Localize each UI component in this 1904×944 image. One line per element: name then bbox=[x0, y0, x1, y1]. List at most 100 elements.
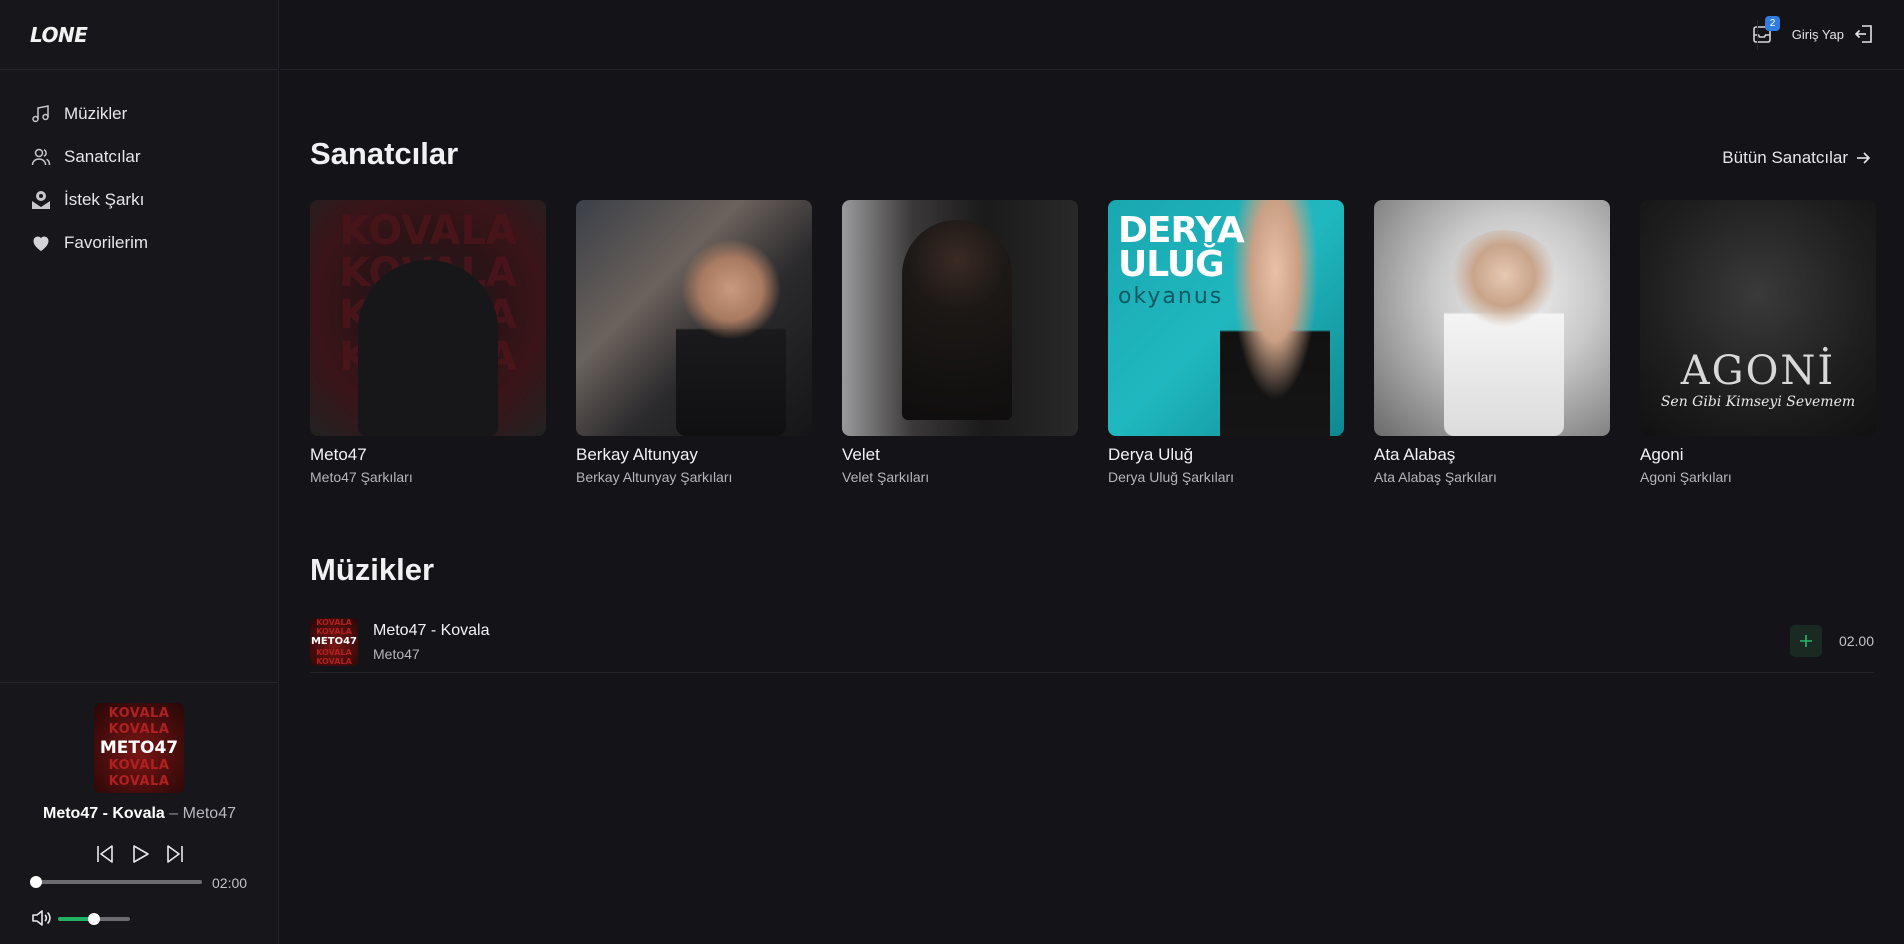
mini-player: KOVALA KOVALA METO47 KOVALA KOVALA Meto4… bbox=[0, 682, 279, 944]
logout-icon bbox=[1854, 25, 1872, 43]
artist-card-ata-alabas[interactable]: Ata Alabaş Ata Alabaş Şarkıları bbox=[1374, 200, 1610, 485]
artist-subtitle: Agoni Şarkıları bbox=[1640, 469, 1732, 485]
volume-button[interactable] bbox=[30, 907, 52, 929]
artist-subtitle: Derya Uluğ Şarkıları bbox=[1108, 469, 1235, 485]
portrait-figure bbox=[902, 220, 1012, 420]
progress-thumb[interactable] bbox=[30, 876, 42, 888]
cover-text: KOVALA bbox=[108, 722, 170, 737]
play-button[interactable] bbox=[129, 843, 151, 865]
player-controls bbox=[0, 843, 279, 865]
top-bar: 2 Giriş Yap bbox=[280, 0, 1904, 70]
see-all-artists-link[interactable]: Bütün Sanatcılar bbox=[1722, 148, 1870, 168]
cover-title: METO47 bbox=[310, 636, 358, 647]
track-artist: Meto47 bbox=[373, 646, 420, 662]
portrait-figure bbox=[676, 240, 786, 436]
cover-title: METO47 bbox=[99, 738, 179, 758]
cover-subtitle: okyanus bbox=[1118, 284, 1224, 309]
cover-text: KOVALA bbox=[316, 657, 352, 666]
cover-text: KOVALA bbox=[316, 618, 352, 627]
sidebar-item-muzikler[interactable]: Müzikler bbox=[0, 92, 278, 135]
mailbox-icon bbox=[30, 189, 51, 210]
artist-name: Velet bbox=[842, 445, 880, 464]
cover-text: KOVALA bbox=[108, 774, 170, 789]
notifications-button[interactable]: 2 bbox=[1750, 16, 1780, 46]
track-list: KOVALA KOVALA METO47 KOVALA KOVALA Meto4… bbox=[310, 612, 1874, 673]
sidebar-nav: Müzikler Sanatcılar İstek Şarkı Favorile… bbox=[0, 70, 278, 264]
sidebar-item-label: Müzikler bbox=[64, 103, 128, 123]
artist-card-agoni[interactable]: AGONİ Sen Gibi Kimseyi Sevemem Agoni Ago… bbox=[1640, 200, 1876, 485]
artist-card-meto47[interactable]: KOVALA KOVALA KOVALA KOVALA Meto47 Meto4… bbox=[310, 200, 546, 485]
volume-icon bbox=[32, 910, 51, 926]
app-logo[interactable]: LONE bbox=[30, 23, 88, 47]
artist-image bbox=[842, 200, 1078, 436]
track-meta: Meto47 - Kovala Meto47 bbox=[373, 622, 490, 662]
users-icon bbox=[30, 146, 51, 167]
sidebar: LONE Müzikler Sanatcılar İstek Şarkı Fav… bbox=[0, 0, 279, 944]
total-time: 02:00 bbox=[212, 875, 248, 891]
artist-subtitle: Velet Şarkıları bbox=[842, 469, 930, 485]
artist-card-derya-ulug[interactable]: DERYA ULUĞ okyanus Derya Uluğ Derya Uluğ… bbox=[1108, 200, 1344, 485]
track-title[interactable]: Meto47 - Kovala bbox=[373, 622, 490, 640]
login-label: Giriş Yap bbox=[1791, 26, 1844, 42]
cover-text: KOVALA bbox=[316, 648, 352, 657]
artist-name: Agoni bbox=[1640, 445, 1684, 464]
topbar-divider bbox=[1757, 20, 1758, 50]
artist-name: Ata Alabaş bbox=[1374, 445, 1456, 464]
artist-card-berkay-altunyay[interactable]: Berkay Altunyay Berkay Altunyay Şarkılar… bbox=[576, 200, 812, 485]
login-button[interactable]: Giriş Yap bbox=[1792, 24, 1874, 44]
plus-icon bbox=[1800, 635, 1812, 647]
artist-image: AGONİ Sen Gibi Kimseyi Sevemem bbox=[1640, 200, 1876, 436]
hooded-figure bbox=[358, 260, 498, 436]
now-playing-text: Meto47 - Kovala – Meto47 bbox=[0, 805, 279, 823]
heart-icon bbox=[30, 232, 51, 253]
progress-slider[interactable] bbox=[30, 876, 202, 888]
volume-thumb[interactable] bbox=[88, 913, 100, 925]
sidebar-item-favorilerim[interactable]: Favorilerim bbox=[0, 221, 278, 264]
cover-subtitle: Sen Gibi Kimseyi Sevemem bbox=[1660, 394, 1856, 410]
skip-back-icon bbox=[96, 845, 113, 863]
sidebar-item-label: Favorilerim bbox=[64, 232, 149, 252]
logo-bar: LONE bbox=[0, 0, 278, 70]
artist-image: DERYA ULUĞ okyanus bbox=[1108, 200, 1344, 436]
artist-card-velet[interactable]: Velet Velet Şarkıları bbox=[842, 200, 1078, 485]
cover-title: DERYA ULUĞ bbox=[1118, 210, 1245, 285]
artist-image bbox=[1374, 200, 1610, 436]
previous-track-button[interactable] bbox=[94, 843, 116, 865]
now-playing-separator: – bbox=[169, 805, 179, 822]
player-cover-art: KOVALA KOVALA METO47 KOVALA KOVALA bbox=[94, 703, 184, 793]
notification-badge: 2 bbox=[1765, 16, 1780, 31]
portrait-figure bbox=[1444, 230, 1564, 436]
artist-image: KOVALA KOVALA KOVALA KOVALA bbox=[310, 200, 546, 436]
track-cover-art: KOVALA KOVALA METO47 KOVALA KOVALA bbox=[310, 618, 358, 666]
artist-name: Meto47 bbox=[310, 445, 367, 464]
play-icon bbox=[132, 845, 149, 863]
sidebar-item-label: Sanatcılar bbox=[64, 146, 141, 166]
sidebar-item-label: İstek Şarkı bbox=[64, 189, 145, 209]
volume-slider[interactable] bbox=[58, 913, 130, 925]
see-all-label: Bütün Sanatcılar bbox=[1722, 148, 1848, 167]
sidebar-item-sanatcilar[interactable]: Sanatcılar bbox=[0, 135, 278, 178]
now-playing-artist: Meto47 bbox=[182, 805, 236, 822]
cover-text: KOVALA bbox=[108, 758, 170, 773]
next-track-button[interactable] bbox=[164, 843, 186, 865]
now-playing-song: Meto47 - Kovala bbox=[43, 805, 165, 822]
add-to-favorites-button[interactable] bbox=[1790, 625, 1822, 657]
arrow-right-icon bbox=[1857, 152, 1870, 164]
artist-name: Berkay Altunyay bbox=[576, 445, 698, 464]
music-note-icon bbox=[30, 103, 51, 124]
artists-section-title: Sanatcılar bbox=[310, 136, 459, 171]
skip-forward-icon bbox=[166, 845, 183, 863]
artist-subtitle: Ata Alabaş Şarkıları bbox=[1374, 469, 1497, 485]
tracks-section-title: Müzikler bbox=[310, 552, 435, 587]
artist-grid: KOVALA KOVALA KOVALA KOVALA Meto47 Meto4… bbox=[310, 200, 1876, 485]
cover-text: KOVALA bbox=[108, 706, 170, 721]
track-row[interactable]: KOVALA KOVALA METO47 KOVALA KOVALA Meto4… bbox=[310, 612, 1874, 673]
artist-subtitle: Berkay Altunyay Şarkıları bbox=[576, 469, 733, 485]
artist-image bbox=[576, 200, 812, 436]
track-duration: 02.00 bbox=[1838, 633, 1874, 649]
cover-title: AGONİ bbox=[1680, 348, 1836, 394]
artist-subtitle: Meto47 Şarkıları bbox=[310, 469, 413, 485]
sidebar-item-istek-sarki[interactable]: İstek Şarkı bbox=[0, 178, 278, 221]
artist-name: Derya Uluğ bbox=[1108, 445, 1194, 464]
progress-track bbox=[36, 880, 202, 884]
